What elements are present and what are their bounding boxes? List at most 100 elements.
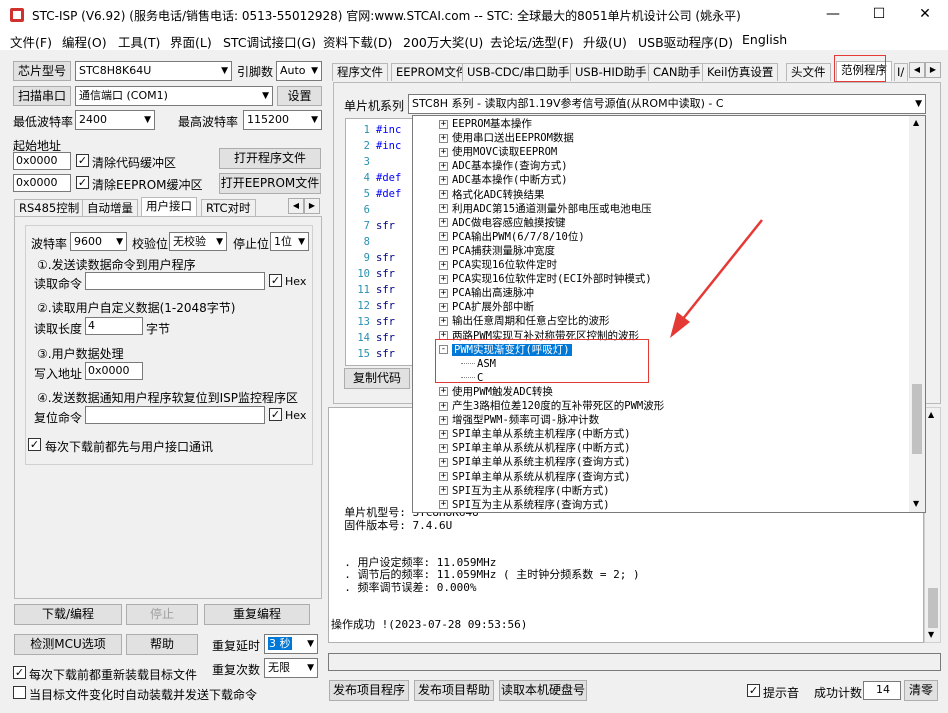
help-button[interactable]: 帮助 <box>126 634 198 655</box>
mcu-series-select[interactable]: STC8H 系列 - 读取内部1.19V参考信号源值(从ROM中读取) - C ▼ <box>408 94 926 114</box>
read-command-input[interactable] <box>85 272 265 290</box>
auto-reload-checkbox[interactable] <box>13 686 26 699</box>
detect-mcu-button[interactable]: 检测MCU选项 <box>14 634 122 655</box>
tree-item[interactable]: + SPI单主单从系统从机程序(查询方式) <box>439 470 631 484</box>
tree-item[interactable]: + SPI单主单从系统主机程序(中断方式) <box>439 427 631 441</box>
tree-item[interactable]: + 产生3路相位差120度的互补带死区的PWM波形 <box>439 399 664 413</box>
expand-icon[interactable]: + <box>439 457 448 467</box>
scan-port-button[interactable]: 扫描串口 <box>13 86 71 106</box>
tab-auto-increment[interactable]: 自动增量 <box>82 199 138 217</box>
repeat-count-select[interactable]: 无限 ▼ <box>264 658 318 678</box>
tree-item[interactable]: + PCA实现16位软件定时 <box>439 258 557 272</box>
copy-code-button[interactable]: 复制代码 <box>344 368 410 389</box>
maximize-button[interactable]: ☐ <box>856 0 902 30</box>
tree-item[interactable]: + EEPROM基本操作 <box>439 117 532 131</box>
expand-icon[interactable]: + <box>439 260 448 270</box>
close-button[interactable]: ✕ <box>902 0 948 30</box>
publish-help-button[interactable]: 发布项目帮助 <box>414 680 494 701</box>
right-tab-scroll-left-icon[interactable]: ◀ <box>909 62 925 78</box>
clear-count-button[interactable]: 清零 <box>904 680 938 701</box>
reload-before-download-checkbox[interactable]: ✓ <box>13 666 26 679</box>
tab-rs485[interactable]: RS485控制 <box>14 199 85 217</box>
tree-item[interactable]: + 格式化ADC转换结果 <box>439 188 544 202</box>
tree-scrollbar[interactable]: ▲ ▼ <box>909 116 925 512</box>
open-eeprom-file-button[interactable]: 打开EEPROM文件 <box>219 173 321 194</box>
tree-item[interactable]: + SPI互为主从系统程序(查询方式) <box>439 498 610 512</box>
clear-eeprom-checkbox[interactable]: ✓ <box>76 176 89 189</box>
tree-item[interactable]: + ADC基本操作(中断方式) <box>439 173 568 187</box>
menu-tools[interactable]: 工具(T) <box>118 32 160 51</box>
ui-parity-select[interactable]: 无校验 ▼ <box>169 232 227 251</box>
tree-item[interactable]: + PCA捕获测量脉冲宽度 <box>439 244 555 258</box>
menu-program[interactable]: 编程(O) <box>62 32 107 51</box>
tree-scroll-up-icon[interactable]: ▲ <box>913 118 919 127</box>
expand-icon[interactable]: + <box>439 443 448 453</box>
ui-baud-select[interactable]: 9600 ▼ <box>70 232 127 251</box>
repeat-delay-select[interactable]: 3 秒 ▼ <box>264 634 318 654</box>
tree-item[interactable]: + 使用PWM触发ADC转换 <box>439 385 553 399</box>
tab-io[interactable]: I/ <box>894 63 908 81</box>
max-baud-select[interactable]: 115200 ▼ <box>243 110 322 130</box>
tree-item[interactable]: + 使用MOVC读取EEPROM <box>439 145 557 159</box>
tree-item[interactable]: + PCA输出高速脉冲 <box>439 286 534 300</box>
chip-model-button[interactable]: 芯片型号 <box>13 61 71 81</box>
ui-stop-select[interactable]: 1位 ▼ <box>270 232 309 251</box>
beep-checkbox[interactable]: ✓ <box>747 684 760 697</box>
expand-icon[interactable]: + <box>439 316 448 326</box>
tab-usb-hid[interactable]: USB-HID助手 <box>570 63 652 81</box>
menu-upgrade[interactable]: 升级(U) <box>583 32 627 51</box>
tab-rtc[interactable]: RTC对时 <box>201 199 256 217</box>
port-select[interactable]: 通信端口 (COM1) ▼ <box>75 86 273 106</box>
expand-icon[interactable]: + <box>439 119 448 129</box>
expand-icon[interactable]: + <box>439 218 448 228</box>
code-view[interactable]: 1 #inc 2 #inc 3 4 #def 5 #def 6 7 sfr 8 9 sfr 10 sfr 11 sf… <box>345 118 415 366</box>
expand-icon[interactable]: + <box>439 246 448 256</box>
read-command-hex-checkbox[interactable]: ✓ <box>269 274 282 287</box>
pin-count-select[interactable]: Auto ▼ <box>276 61 322 81</box>
expand-icon[interactable]: + <box>439 302 448 312</box>
expand-icon[interactable]: + <box>439 232 448 242</box>
menu-downloads[interactable]: 资料下载(D) <box>323 32 392 51</box>
menu-stc-debug[interactable]: STC调试接口(G) <box>223 32 316 51</box>
expand-icon[interactable]: + <box>439 133 448 143</box>
tree-item[interactable]: + SPI单主单从系统从机程序(中断方式) <box>439 441 631 455</box>
stop-button[interactable]: 停止 <box>126 604 198 625</box>
right-tab-scroll-right-icon[interactable]: ▶ <box>925 62 941 78</box>
code-start-address-input[interactable]: 0x0000 <box>13 152 71 170</box>
expand-icon[interactable]: + <box>439 429 448 439</box>
menu-forum[interactable]: 去论坛/选型(F) <box>490 32 574 51</box>
publish-program-button[interactable]: 发布项目程序 <box>329 680 409 701</box>
expand-icon[interactable]: + <box>439 472 448 481</box>
expand-icon[interactable]: + <box>439 274 448 284</box>
open-program-file-button[interactable]: 打开程序文件 <box>219 148 321 169</box>
tree-item[interactable]: + 利用ADC第15通道测量外部电压或电池电压 <box>439 202 652 216</box>
tab-scroll-right-icon[interactable]: ▶ <box>304 198 320 214</box>
comm-before-download-checkbox[interactable]: ✓ <box>28 438 41 451</box>
expand-icon[interactable]: + <box>439 190 448 199</box>
expand-icon[interactable]: + <box>439 161 448 171</box>
tree-item[interactable]: + PCA输出PWM(6/7/8/10位) <box>439 230 585 244</box>
menu-usb-driver[interactable]: USB驱动程序(D) <box>638 32 733 51</box>
menu-file[interactable]: 文件(F) <box>10 32 52 51</box>
download-program-button[interactable]: 下载/编程 <box>14 604 122 625</box>
log-scroll-down-icon[interactable]: ▼ <box>928 630 934 639</box>
tree-item[interactable]: + PCA扩展外部中断 <box>439 300 534 314</box>
tab-program-file[interactable]: 程序文件 <box>332 63 388 81</box>
read-disk-id-button[interactable]: 读取本机硬盘号 <box>499 680 587 701</box>
tab-scroll-left-icon[interactable]: ◀ <box>288 198 304 214</box>
tab-keil[interactable]: Keil仿真设置 <box>702 63 779 81</box>
log-scrollbar[interactable]: ▲ ▼ <box>924 407 941 643</box>
reset-command-hex-checkbox[interactable]: ✓ <box>269 408 282 421</box>
expand-icon[interactable]: + <box>439 175 448 185</box>
tab-usb-cdc[interactable]: USB-CDC/串口助手 <box>462 63 575 81</box>
chip-model-select[interactable]: STC8H8K64U ▼ <box>75 61 232 81</box>
tree-scroll-down-icon[interactable]: ▼ <box>913 499 919 508</box>
tree-item[interactable]: + PCA实现16位软件定时(ECI外部时钟模式) <box>439 272 652 286</box>
write-address-input[interactable]: 0x0000 <box>85 362 143 380</box>
expand-icon[interactable]: + <box>439 486 448 496</box>
tree-item[interactable]: + 使用串口送出EEPROM数据 <box>439 131 574 145</box>
expand-icon[interactable]: + <box>439 415 448 425</box>
tree-item[interactable]: + ADC做电容感应触摸按键 <box>439 216 565 230</box>
menu-interface[interactable]: 界面(L) <box>170 32 212 51</box>
menu-prize[interactable]: 200万大奖(U) <box>403 32 483 51</box>
